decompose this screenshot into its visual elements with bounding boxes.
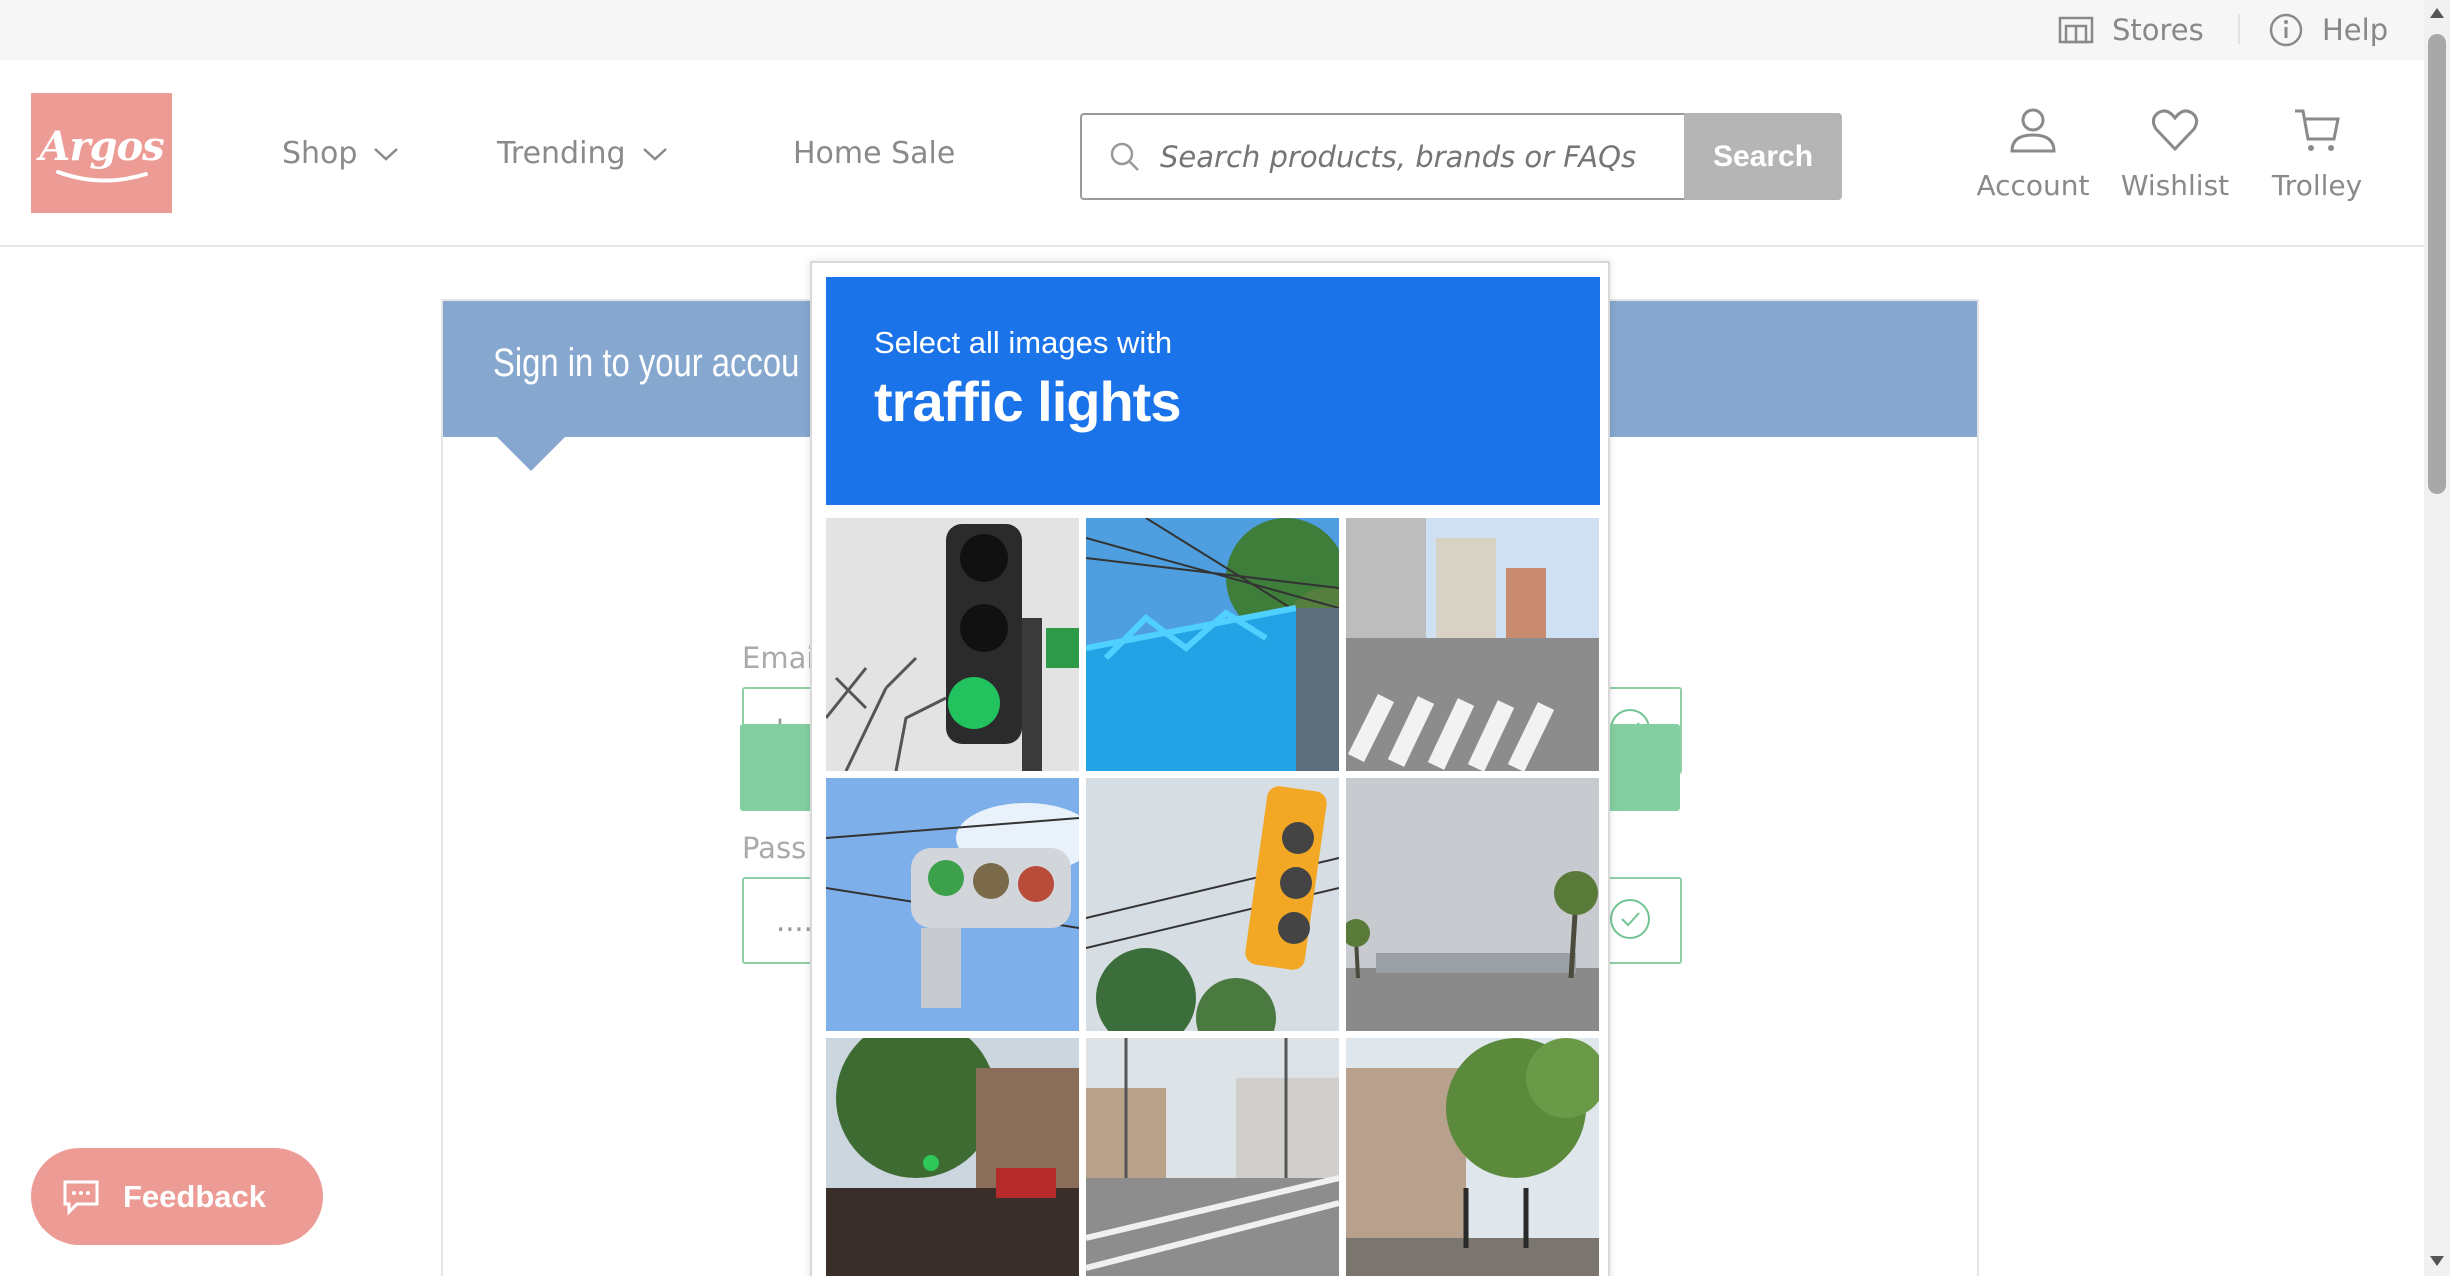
nav-home-sale[interactable]: Home Sale [793, 60, 955, 247]
search-input[interactable] [1160, 139, 1640, 174]
utility-bar: Stores Help [0, 0, 2424, 60]
signin-title: Sign in to your accou [493, 341, 800, 385]
password-label: Pass [742, 831, 807, 865]
stores-label: Stores [2112, 13, 2204, 47]
nav-shop[interactable]: Shop [282, 60, 399, 247]
trolley-icon [2295, 109, 2340, 151]
store-icon [2058, 16, 2094, 44]
nav-shop-label: Shop [282, 136, 358, 171]
captcha-tile-8[interactable] [1086, 1038, 1339, 1276]
captcha-tile-5[interactable] [1086, 778, 1339, 1031]
trolley-link[interactable]: Trolley [2257, 105, 2377, 202]
captcha-tile-3[interactable] [1346, 518, 1599, 771]
account-label: Account [1976, 169, 2090, 202]
feedback-label: Feedback [123, 1178, 267, 1214]
search-button[interactable]: Search [1684, 113, 1842, 200]
captcha-instruction: Select all images with [874, 325, 1173, 360]
scroll-up-icon[interactable] [2430, 8, 2444, 18]
help-label: Help [2322, 13, 2389, 47]
search-icon [1110, 142, 1139, 171]
search-field[interactable] [1080, 113, 1686, 200]
nav-trending[interactable]: Trending [497, 60, 668, 247]
captcha-tile-7[interactable] [826, 1038, 1079, 1276]
trolley-label: Trolley [2271, 169, 2363, 202]
captcha-target: traffic lights [874, 370, 1181, 433]
captcha-header: Select all images with traffic lights [826, 277, 1600, 505]
chevron-down-icon [374, 147, 399, 161]
scroll-down-icon[interactable] [2430, 1256, 2444, 1266]
header-notch [495, 435, 567, 471]
captcha-tile-6[interactable] [1346, 778, 1599, 1031]
password-valid-check-icon [1610, 899, 1650, 939]
captcha-tile-2[interactable] [1086, 518, 1339, 771]
heart-icon [2151, 109, 2199, 152]
chat-icon [63, 1180, 99, 1216]
wishlist-label: Wishlist [2120, 169, 2230, 202]
captcha-tile-4[interactable] [826, 778, 1079, 1031]
util-divider [2238, 14, 2240, 44]
captcha-tile-9[interactable] [1346, 1038, 1599, 1276]
account-link[interactable]: Account [1973, 105, 2093, 202]
logo-swoosh-icon [55, 169, 148, 182]
nav-home-sale-label: Home Sale [793, 136, 956, 171]
user-icon [2010, 108, 2056, 153]
scroll-thumb[interactable] [2428, 34, 2446, 494]
email-label: Emai [742, 641, 815, 675]
logo-text: Argos [39, 122, 164, 170]
page-scrollbar[interactable] [2424, 0, 2450, 1276]
captcha-tile-1[interactable] [826, 518, 1079, 771]
feedback-button[interactable]: Feedback [31, 1148, 323, 1245]
argos-logo[interactable]: Argos [31, 93, 172, 213]
stores-link[interactable]: Stores [2058, 0, 2204, 60]
nav-trending-label: Trending [497, 136, 626, 171]
chevron-down-icon [642, 147, 667, 161]
wishlist-link[interactable]: Wishlist [2115, 105, 2235, 202]
help-link[interactable]: Help [2268, 0, 2388, 60]
info-icon [2269, 13, 2303, 47]
main-header: Argos Shop Trending Home Sale Search Acc… [0, 60, 2424, 247]
captcha-dialog: Select all images with traffic lights [810, 261, 1610, 1276]
